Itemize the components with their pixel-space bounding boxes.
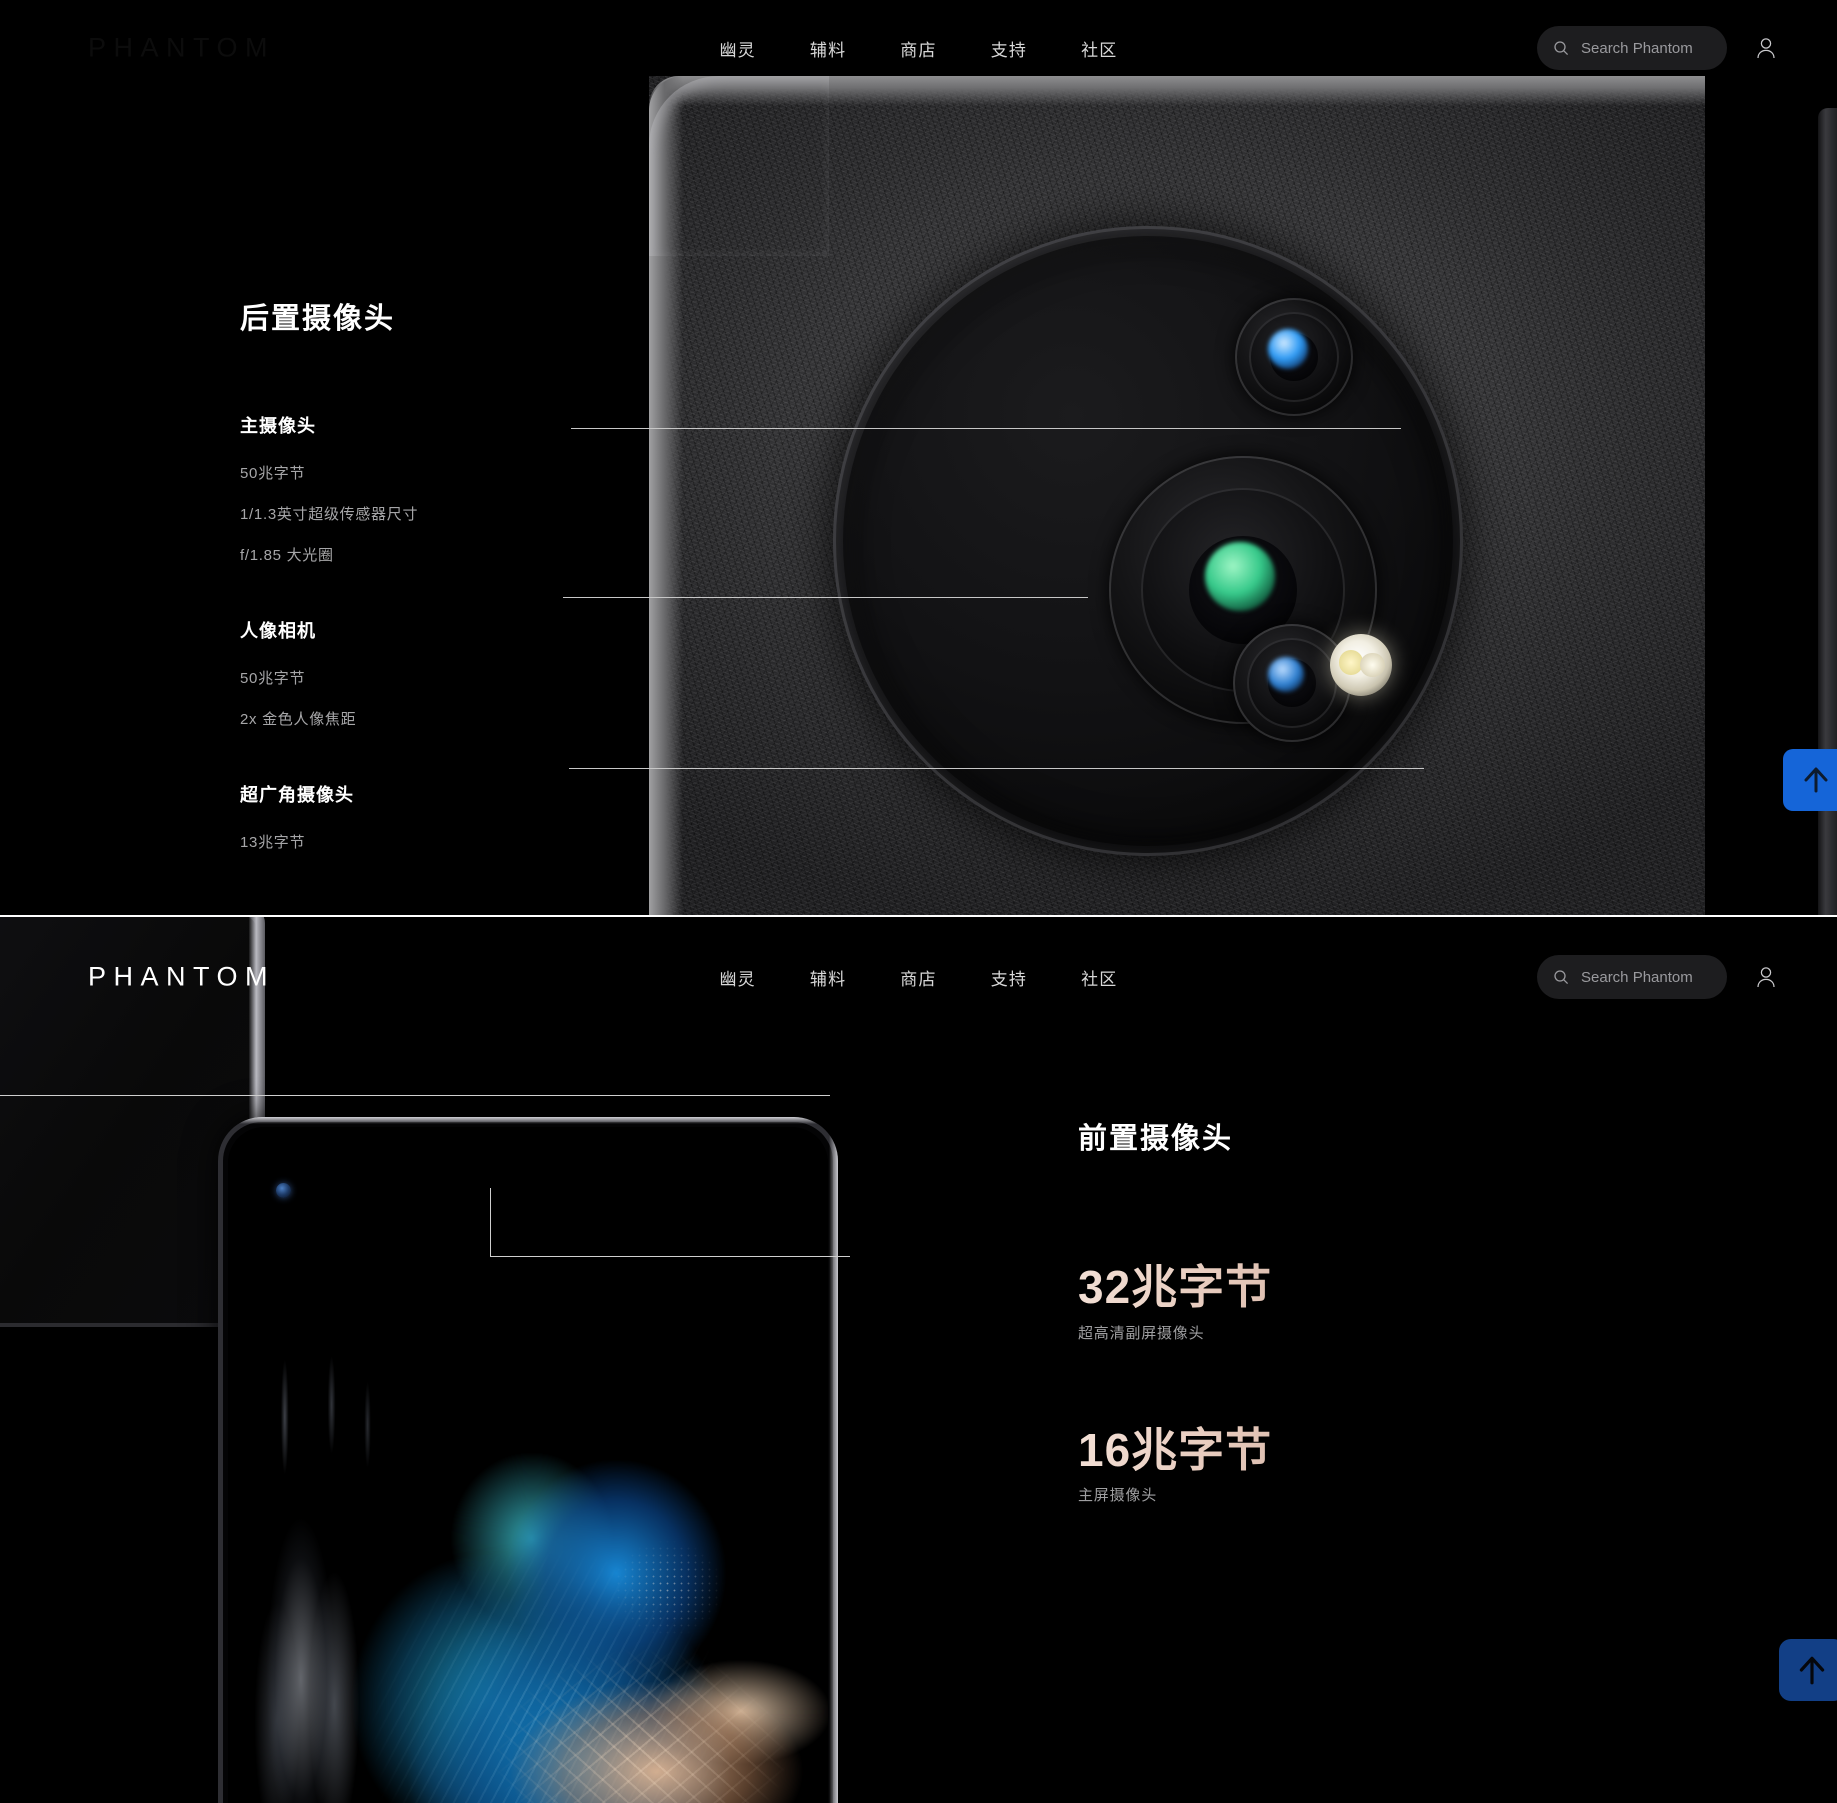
top-navigation-bar: PHANTOM 幽灵 辅料 商店 支持 社区 Search Phantom	[0, 8, 1837, 88]
lens-glint-green	[1205, 541, 1276, 612]
nav-item-accessories[interactable]: 辅料	[810, 36, 846, 61]
nav-links: 幽灵 辅料 商店 支持 社区	[719, 36, 1117, 61]
brand-logo[interactable]: PHANTOM	[88, 962, 275, 993]
rear-camera-title: 后置摄像头	[240, 303, 396, 335]
front-camera-punch-hole	[276, 1183, 291, 1198]
lens-glass	[1268, 659, 1316, 707]
megapixel-value: 32兆字节	[1078, 1261, 1598, 1314]
nav-item-phantom[interactable]: 幽灵	[719, 36, 755, 61]
wallpaper-sparkle-particles	[608, 1517, 758, 1647]
ultrawide-camera-lens	[1233, 624, 1351, 742]
spec-group-ultrawide-camera: 超广角摄像头 13兆字节	[240, 781, 660, 852]
lens-glass	[1189, 536, 1297, 644]
spec-group-portrait-camera: 人像相机 50兆字节 2x 金色人像焦距	[240, 617, 660, 729]
portrait-camera-lens	[1235, 298, 1353, 416]
section-divider	[0, 915, 1837, 917]
spec-line: 13兆字节	[240, 834, 306, 851]
leader-line-sensor	[563, 597, 1088, 598]
nav-right-controls: Search Phantom	[1537, 955, 1777, 999]
nav-item-community[interactable]: 社区	[1081, 965, 1117, 990]
rear-camera-specs: 后置摄像头 主摄像头 50兆字节 1/1.3英寸超级传感器尺寸 f/1.85 大…	[240, 295, 660, 904]
front-camera-title: 前置摄像头	[1078, 1123, 1234, 1155]
megapixel-caption: 超高清副屏摄像头	[1078, 1324, 1205, 1342]
lens-ring	[1247, 638, 1337, 728]
unfolded-phone-main-screen	[218, 1117, 838, 1803]
nav-item-store[interactable]: 商店	[900, 965, 936, 990]
phantom-product-page: 后置摄像头 主摄像头 50兆字节 1/1.3英寸超级传感器尺寸 f/1.85 大…	[0, 0, 1837, 1803]
nav-item-phantom[interactable]: 幽灵	[719, 965, 755, 990]
spec-line: 2x 金色人像焦距	[240, 711, 357, 728]
scroll-to-top-button[interactable]	[1783, 749, 1837, 811]
search-icon	[1553, 40, 1569, 56]
user-account-icon[interactable]	[1755, 965, 1777, 989]
spec-heading: 超广角摄像头	[240, 785, 354, 805]
brand-logo[interactable]: PHANTOM	[88, 33, 275, 64]
spec-line: 1/1.3英寸超级传感器尺寸	[240, 506, 419, 523]
spec-heading: 人像相机	[240, 621, 316, 641]
front-camera-specs: 前置摄像头 32兆字节 超高清副屏摄像头 16兆字节 主屏摄像头	[1078, 1115, 1598, 1505]
search-input[interactable]: Search Phantom	[1537, 26, 1727, 70]
rear-camera-section: 后置摄像头 主摄像头 50兆字节 1/1.3英寸超级传感器尺寸 f/1.85 大…	[0, 0, 1837, 917]
phone-bezel-top	[218, 1117, 838, 1124]
megapixel-caption: 主屏摄像头	[1078, 1487, 1158, 1505]
nav-item-community[interactable]: 社区	[1081, 36, 1117, 61]
secondary-navigation-bar: PHANTOM 幽灵 辅料 商店 支持 社区 Search Phantom	[0, 937, 1837, 1017]
search-icon	[1553, 969, 1569, 985]
nav-item-support[interactable]: 支持	[991, 36, 1027, 61]
butterfly-wing-wallpaper	[228, 1279, 828, 1803]
lens-ring	[1249, 312, 1339, 402]
main-camera-lens	[1109, 456, 1377, 724]
phone-back-photo	[649, 76, 1705, 917]
user-account-icon[interactable]	[1755, 36, 1777, 60]
leader-line-front-cover-camera	[0, 1095, 830, 1096]
leader-line-main-screen-camera	[490, 1256, 850, 1257]
search-input[interactable]: Search Phantom	[1537, 955, 1727, 999]
spec-line: f/1.85 大光圈	[240, 547, 334, 564]
nav-item-accessories[interactable]: 辅料	[810, 965, 846, 990]
nav-item-store[interactable]: 商店	[900, 36, 936, 61]
lens-glint-blue	[1268, 657, 1304, 693]
arrow-up-icon	[1804, 767, 1828, 793]
leader-line-main-camera	[571, 428, 1401, 429]
front-camera-spec-cover: 32兆字节 超高清副屏摄像头	[1078, 1261, 1598, 1343]
scroll-to-top-button[interactable]	[1779, 1639, 1837, 1701]
phone-bezel-right	[829, 1117, 838, 1803]
leader-line-vertical-punch-hole	[490, 1188, 491, 1257]
megapixel-value: 16兆字节	[1078, 1424, 1598, 1477]
lens-glass	[1270, 333, 1318, 381]
phone-screen	[228, 1127, 828, 1803]
led-flash	[1330, 634, 1392, 696]
camera-module	[833, 226, 1463, 856]
spec-group-main-camera: 主摄像头 50兆字节 1/1.3英寸超级传感器尺寸 f/1.85 大光圈	[240, 412, 660, 565]
leader-line-portrait-camera	[569, 768, 1424, 769]
plate-corner-highlight	[649, 76, 829, 256]
nav-links: 幽灵 辅料 商店 支持 社区	[719, 965, 1117, 990]
search-placeholder: Search Phantom	[1581, 968, 1693, 986]
lens-glint-blue	[1268, 328, 1309, 369]
spec-heading: 主摄像头	[240, 416, 316, 436]
arrow-up-icon	[1799, 1656, 1825, 1685]
spec-line: 50兆字节	[240, 465, 306, 482]
nav-right-controls: Search Phantom	[1537, 26, 1777, 70]
search-placeholder: Search Phantom	[1581, 39, 1693, 57]
lens-ring	[1141, 488, 1345, 692]
front-camera-spec-main: 16兆字节 主屏摄像头	[1078, 1424, 1598, 1506]
spec-line: 50兆字节	[240, 670, 306, 687]
nav-item-support[interactable]: 支持	[991, 965, 1027, 990]
